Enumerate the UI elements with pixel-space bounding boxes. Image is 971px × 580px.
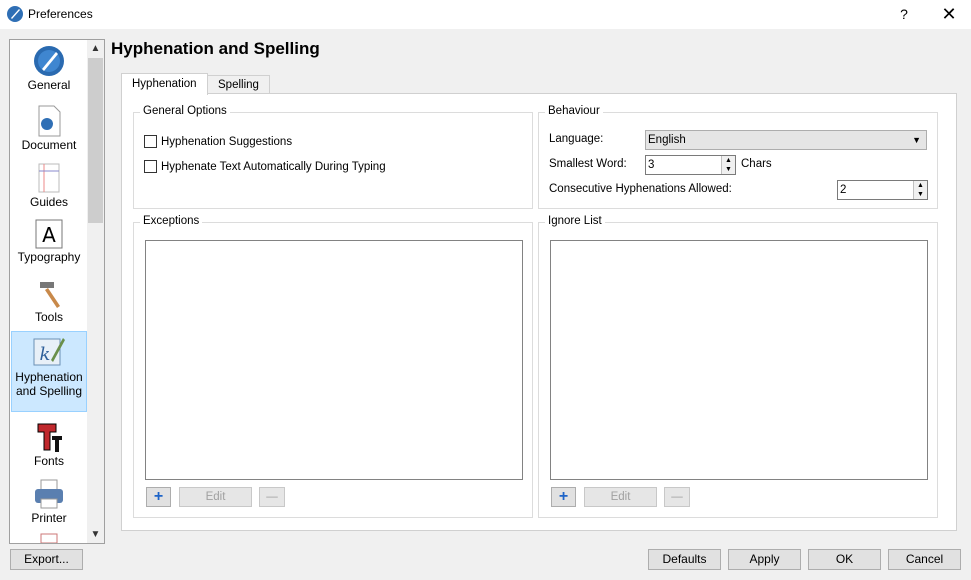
group-title: Ignore List — [545, 215, 605, 227]
exceptions-list[interactable] — [145, 240, 523, 480]
exceptions-group: Exceptions + Edit — — [133, 215, 533, 518]
close-button[interactable]: ✕ — [936, 4, 962, 24]
window-title: Preferences — [28, 7, 93, 21]
sidebar-item-fonts[interactable]: Fonts — [11, 420, 87, 472]
general-options-group: General Options Hyphenation Suggestions … — [133, 105, 533, 209]
spin-arrows-icon[interactable]: ▲ ▼ — [721, 156, 735, 174]
sidebar-item-label: Fonts — [33, 454, 64, 468]
language-value: English — [648, 134, 686, 146]
checkbox-box[interactable] — [144, 135, 157, 148]
scroll-thumb[interactable] — [88, 58, 103, 223]
sidebar-item-general[interactable]: General — [11, 44, 87, 100]
spin-arrows-icon[interactable]: ▲ ▼ — [913, 181, 927, 199]
tab-spelling[interactable]: Spelling — [207, 75, 270, 94]
checkbox-box[interactable] — [144, 160, 157, 173]
sidebar-item-label: Tools — [34, 310, 63, 324]
ignore-list-group: Ignore List + Edit — — [538, 215, 938, 518]
preferences-sidebar: General Document Guides A Typography Too… — [9, 39, 105, 544]
partial-item-icon — [40, 533, 58, 543]
general-icon — [34, 46, 64, 76]
tab-hyphenation[interactable]: Hyphenation — [121, 73, 208, 95]
ignore-list[interactable] — [550, 240, 928, 480]
apply-button[interactable]: Apply — [728, 549, 801, 570]
edit-exception-button[interactable]: Edit — [179, 487, 252, 507]
consecutive-hyphenations-spinbox[interactable]: 2 ▲ ▼ — [837, 180, 928, 200]
checkbox-label: Hyphenate Text Automatically During Typi… — [161, 160, 386, 173]
svg-text:k: k — [40, 344, 51, 365]
sidebar-item-document[interactable]: Document — [11, 104, 87, 156]
sidebar-item-typography[interactable]: A Typography — [11, 218, 87, 272]
sidebar-item-label: Document — [21, 138, 77, 152]
printer-icon — [35, 479, 63, 509]
chars-label: Chars — [741, 158, 772, 170]
svg-text:A: A — [42, 223, 56, 247]
typography-icon: A — [35, 219, 63, 249]
fonts-icon — [37, 423, 62, 452]
title-bar: Preferences ? ✕ — [0, 0, 971, 29]
chevron-down-icon: ▼ — [912, 135, 921, 145]
smallest-word-value: 3 — [648, 159, 655, 171]
group-title: Behaviour — [545, 105, 603, 117]
sidebar-item-guides[interactable]: Guides — [11, 161, 87, 213]
sidebar-item-hyphenation-and-spelling[interactable]: k Hyphenation and Spelling — [11, 331, 87, 412]
group-title: General Options — [140, 105, 230, 117]
group-title: Exceptions — [140, 215, 203, 227]
hyphenate-automatically-checkbox[interactable]: Hyphenate Text Automatically During Typi… — [144, 160, 386, 173]
sidebar-scrollbar[interactable]: ▲ ▼ — [87, 40, 104, 543]
hyphenation-icon: k — [33, 338, 65, 366]
consecutive-hyphenations-label: Consecutive Hyphenations Allowed: — [549, 183, 732, 195]
edit-ignore-button[interactable]: Edit — [584, 487, 657, 507]
sidebar-item-label: Typography — [17, 250, 81, 264]
sidebar-item-tools[interactable]: Tools — [11, 276, 87, 328]
help-button[interactable]: ? — [893, 4, 915, 24]
add-ignore-button[interactable]: + — [551, 487, 576, 507]
consecutive-hyphenations-value: 2 — [840, 184, 847, 196]
hyphenation-panel: General Options Hyphenation Suggestions … — [121, 93, 957, 531]
sidebar-item-label: Printer — [31, 511, 67, 525]
defaults-button[interactable]: Defaults — [648, 549, 721, 570]
add-exception-button[interactable]: + — [146, 487, 171, 507]
checkbox-label: Hyphenation Suggestions — [161, 135, 293, 148]
tools-icon — [40, 282, 60, 308]
scroll-down-button[interactable]: ▼ — [87, 526, 104, 543]
document-icon — [38, 105, 61, 137]
scroll-up-button[interactable]: ▲ — [87, 40, 104, 57]
smallest-word-label: Smallest Word: — [549, 158, 627, 170]
hyphenation-suggestions-checkbox[interactable]: Hyphenation Suggestions — [144, 135, 292, 148]
language-label: Language: — [549, 133, 604, 145]
page-title: Hyphenation and Spelling — [111, 39, 320, 58]
sidebar-item-printer[interactable]: Printer — [11, 477, 87, 529]
app-icon — [7, 6, 23, 22]
sidebar-item-label: General — [27, 78, 71, 92]
guides-icon — [38, 163, 60, 193]
sidebar-item-label: and Spelling — [15, 384, 83, 398]
remove-exception-button[interactable]: — — [259, 487, 285, 507]
sidebar-item-label: Guides — [29, 195, 69, 209]
sidebar-item-label: Hyphenation — [15, 370, 83, 384]
behaviour-group: Behaviour Language: English ▼ Smallest W… — [538, 105, 938, 209]
language-select[interactable]: English ▼ — [645, 130, 927, 150]
export-button[interactable]: Export... — [10, 549, 83, 570]
smallest-word-spinbox[interactable]: 3 ▲ ▼ — [645, 155, 736, 175]
remove-ignore-button[interactable]: — — [664, 487, 690, 507]
cancel-button[interactable]: Cancel — [888, 549, 961, 570]
ok-button[interactable]: OK — [808, 549, 881, 570]
